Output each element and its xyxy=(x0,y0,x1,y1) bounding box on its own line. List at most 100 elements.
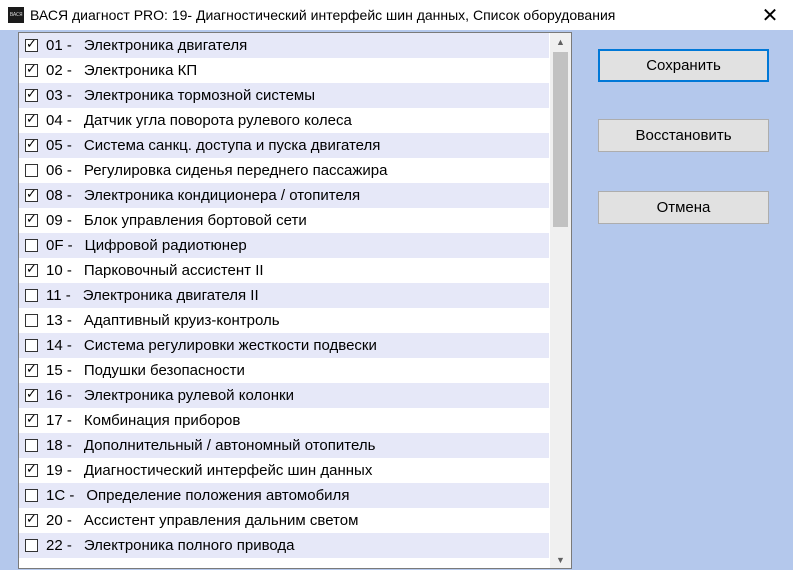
list-item[interactable]: ✓ 19 - Диагностический интерфейс шин данны… xyxy=(19,458,549,483)
list-item[interactable]: 11 - Электроника двигателя II xyxy=(19,283,549,308)
checkbox[interactable] xyxy=(25,539,38,552)
item-label: Электроника кондиционера / отопителя xyxy=(83,187,361,204)
title-bar: ВАСЯ ВАСЯ диагност PRO: 19- Диагностичес… xyxy=(0,0,793,30)
checkbox[interactable]: ✓ xyxy=(25,212,38,227)
vertical-scrollbar[interactable]: ▲ ▼ xyxy=(550,33,571,568)
restore-button[interactable]: Восстановить xyxy=(598,119,769,152)
scroll-up-arrow-icon[interactable]: ▲ xyxy=(550,33,571,50)
item-code: 06 - xyxy=(46,162,72,179)
item-label: Датчик угла поворота рулевого колеса xyxy=(83,112,352,129)
checkmark-icon: ✓ xyxy=(26,37,37,52)
checkbox[interactable] xyxy=(25,314,38,327)
checkbox[interactable]: ✓ xyxy=(25,387,38,402)
checkmark-icon: ✓ xyxy=(26,187,37,202)
close-button[interactable]: ✕ xyxy=(747,0,793,30)
item-label: Ассистент управления дальним светом xyxy=(83,512,359,529)
item-label: Блок управления бортовой сети xyxy=(83,212,307,229)
checkmark-icon: ✓ xyxy=(26,262,37,277)
item-label: Электроника КП xyxy=(83,62,198,79)
item-code: 0F - xyxy=(46,237,73,254)
checkbox[interactable] xyxy=(25,289,38,302)
item-code: 04 - xyxy=(46,112,72,129)
list-item[interactable]: ✓ 20 - Ассистент управления дальним светом xyxy=(19,508,549,533)
item-code: 20 - xyxy=(46,512,72,529)
checkbox[interactable]: ✓ xyxy=(25,512,38,527)
item-label: Комбинация приборов xyxy=(83,412,241,429)
item-code: 15 - xyxy=(46,362,72,379)
checkbox[interactable] xyxy=(25,489,38,502)
scroll-down-arrow-icon[interactable]: ▼ xyxy=(550,551,571,568)
save-button[interactable]: Сохранить xyxy=(598,49,769,82)
item-code: 13 - xyxy=(46,312,72,329)
checkbox[interactable]: ✓ xyxy=(25,137,38,152)
list-item[interactable]: ✓ 01 - Электроника двигателя xyxy=(19,33,549,58)
item-label: Система санкц. доступа и пуска двигателя xyxy=(83,137,381,154)
checkbox[interactable]: ✓ xyxy=(25,262,38,277)
checkmark-icon: ✓ xyxy=(26,212,37,227)
item-code: 10 - xyxy=(46,262,72,279)
equipment-list[interactable]: ✓ 01 - Электроника двигателя ✓ 02 - Электрони… xyxy=(18,32,572,569)
item-code: 19 - xyxy=(46,462,72,479)
item-code: 1C - xyxy=(46,487,75,504)
item-label: Система регулировки жесткости подвески xyxy=(83,337,377,354)
list-item[interactable]: ✓ 08 - Электроника кондиционера / отопител… xyxy=(19,183,549,208)
cancel-button[interactable]: Отмена xyxy=(598,191,769,224)
list-item[interactable]: 1C - Определение положения автомобиля xyxy=(19,483,549,508)
checkbox[interactable]: ✓ xyxy=(25,362,38,377)
checkmark-icon: ✓ xyxy=(26,462,37,477)
checkmark-icon: ✓ xyxy=(26,362,37,377)
checkmark-icon: ✓ xyxy=(26,87,37,102)
item-code: 02 - xyxy=(46,62,72,79)
item-label: Диагностический интерфейс шин данных xyxy=(83,462,373,479)
list-item[interactable]: 06 - Регулировка сиденья переднего пассаж… xyxy=(19,158,549,183)
checkbox[interactable] xyxy=(25,439,38,452)
list-item[interactable]: 13 - Адаптивный круиз-контроль xyxy=(19,308,549,333)
item-label: Парковочный ассистент II xyxy=(83,262,264,279)
checkbox[interactable]: ✓ xyxy=(25,62,38,77)
list-item[interactable]: 22 - Электроника полного привода xyxy=(19,533,549,558)
list-item[interactable]: ✓ 02 - Электроника КП xyxy=(19,58,549,83)
checkmark-icon: ✓ xyxy=(26,387,37,402)
item-code: 14 - xyxy=(46,337,72,354)
checkbox[interactable]: ✓ xyxy=(25,412,38,427)
checkmark-icon: ✓ xyxy=(26,137,37,152)
list-item[interactable]: ✓ 03 - Электроника тормозной системы xyxy=(19,83,549,108)
checkbox[interactable]: ✓ xyxy=(25,87,38,102)
checkbox[interactable] xyxy=(25,164,38,177)
app-logo-icon: ВАСЯ xyxy=(8,7,24,23)
list-item[interactable]: 18 - Дополнительный / автономный отопител… xyxy=(19,433,549,458)
item-label: Электроника рулевой колонки xyxy=(83,387,294,404)
checkbox[interactable]: ✓ xyxy=(25,462,38,477)
checkbox[interactable] xyxy=(25,239,38,252)
checkmark-icon: ✓ xyxy=(26,512,37,527)
list-item[interactable]: ✓ 10 - Парковочный ассистент II xyxy=(19,258,549,283)
item-label: Дополнительный / автономный отопитель xyxy=(83,437,376,454)
item-code: 18 - xyxy=(46,437,72,454)
dialog-body: ✓ 01 - Электроника двигателя ✓ 02 - Электрони… xyxy=(0,30,793,570)
item-code: 05 - xyxy=(46,137,72,154)
scroll-thumb[interactable] xyxy=(553,52,568,227)
list-item[interactable]: ✓ 16 - Электроника рулевой колонки xyxy=(19,383,549,408)
item-code: 22 - xyxy=(46,537,72,554)
checkbox[interactable] xyxy=(25,339,38,352)
list-item[interactable]: ✓ 09 - Блок управления бортовой сети xyxy=(19,208,549,233)
item-label: Подушки безопасности xyxy=(83,362,245,379)
checkbox[interactable]: ✓ xyxy=(25,187,38,202)
list-item[interactable]: ✓ 15 - Подушки безопасности xyxy=(19,358,549,383)
item-label: Адаптивный круиз-контроль xyxy=(83,312,280,329)
item-label: Регулировка сиденья переднего пассажира xyxy=(83,162,388,179)
list-item[interactable]: 14 - Система регулировки жесткости подвес… xyxy=(19,333,549,358)
list-item[interactable]: ✓ 04 - Датчик угла поворота рулевого колес… xyxy=(19,108,549,133)
list-item[interactable]: ✓ 05 - Система санкц. доступа и пуска двиг… xyxy=(19,133,549,158)
item-code: 11 - xyxy=(46,287,71,304)
item-code: 09 - xyxy=(46,212,72,229)
item-label: Электроника двигателя II xyxy=(82,287,259,304)
item-code: 08 - xyxy=(46,187,72,204)
checkbox[interactable]: ✓ xyxy=(25,37,38,52)
item-label: Электроника полного привода xyxy=(83,537,295,554)
checkmark-icon: ✓ xyxy=(26,412,37,427)
list-item[interactable]: 0F - Цифровой радиотюнер xyxy=(19,233,549,258)
checkbox[interactable]: ✓ xyxy=(25,112,38,127)
item-label: Электроника двигателя xyxy=(83,37,248,54)
list-item[interactable]: ✓ 17 - Комбинация приборов xyxy=(19,408,549,433)
